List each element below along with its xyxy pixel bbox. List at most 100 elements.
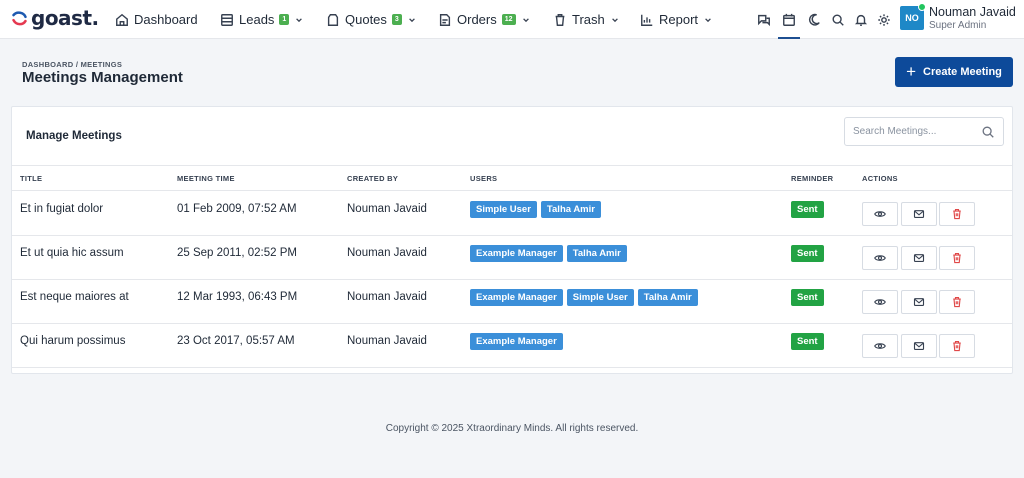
email-button[interactable] [901, 290, 937, 314]
nav-report[interactable]: Report [640, 0, 712, 39]
nav-leads[interactable]: Leads 1 [220, 0, 303, 39]
footer-copyright: Copyright © 2025 Xtraordinary Minds. All… [385, 423, 639, 434]
table-row: Et ut quia hic assum 25 Sep 2011, 02:52 P… [12, 236, 1012, 280]
view-button[interactable] [862, 334, 898, 358]
view-button[interactable] [862, 202, 898, 226]
chevron-down-icon [705, 17, 711, 22]
delete-button[interactable] [939, 290, 975, 314]
user-tags: Example Manager [470, 333, 563, 350]
nav-label: Dashboard [134, 12, 198, 27]
settings-button[interactable] [876, 12, 892, 28]
eye-icon [874, 208, 886, 220]
theme-toggle-button[interactable] [806, 12, 822, 28]
meeting-created-by: Nouman Javaid [347, 247, 427, 259]
card-title: Manage Meetings [26, 130, 122, 142]
chat-icon [758, 14, 770, 27]
user-tag[interactable]: Example Manager [470, 333, 563, 350]
meeting-time: 23 Oct 2017, 05:57 AM [177, 335, 295, 347]
user-name[interactable]: Nouman Javaid [929, 5, 1016, 19]
user-tags: Simple User Talha Amir [470, 201, 601, 218]
column-title[interactable]: TITLE [20, 174, 42, 183]
delete-button[interactable] [939, 246, 975, 270]
reminder-status-badge: Sent [791, 201, 824, 218]
email-button[interactable] [901, 202, 937, 226]
email-button[interactable] [901, 334, 937, 358]
column-created-by[interactable]: CREATED BY [347, 174, 398, 183]
mail-icon [913, 296, 925, 308]
meeting-title: Qui harum possimus [20, 335, 126, 347]
nav-quotes[interactable]: Quotes 3 [326, 0, 416, 39]
search-placeholder: Search Meetings... [853, 126, 937, 137]
brand-name: goast. [31, 6, 99, 30]
user-tag[interactable]: Talha Amir [637, 289, 698, 306]
orders-icon [439, 13, 451, 26]
mail-icon [913, 252, 925, 264]
meeting-title: Est neque maiores at [20, 291, 129, 303]
nav-label: Trash [572, 12, 605, 27]
calendar-button[interactable] [781, 12, 797, 28]
active-tab-indicator [778, 37, 800, 39]
brand-logo[interactable]: goast. [11, 6, 99, 30]
chevron-down-icon [408, 17, 415, 22]
user-tag[interactable]: Example Manager [470, 289, 563, 306]
nav-trash[interactable]: Trash [553, 0, 619, 39]
chevron-down-icon [522, 17, 529, 22]
quotes-count-badge: 3 [391, 14, 402, 25]
trash-icon [555, 13, 565, 26]
reminder-status-badge: Sent [791, 289, 824, 306]
nav-label: Report [659, 12, 699, 27]
view-button[interactable] [862, 246, 898, 270]
mail-icon [913, 208, 925, 220]
list-icon [221, 13, 233, 26]
meetings-card: Manage Meetings Search Meetings... TITLE… [11, 106, 1013, 374]
meeting-time: 01 Feb 2009, 07:52 AM [177, 203, 297, 215]
home-icon [116, 13, 128, 26]
user-tag[interactable]: Talha Amir [566, 245, 627, 262]
create-meeting-label: Create Meeting [923, 66, 1002, 78]
search-button[interactable] [830, 12, 846, 28]
delete-button[interactable] [939, 334, 975, 358]
column-users[interactable]: USERS [470, 174, 497, 183]
create-meeting-button[interactable]: + Create Meeting [895, 57, 1013, 87]
user-tag[interactable]: Example Manager [470, 245, 563, 262]
nav-label: Orders [457, 12, 497, 27]
meeting-created-by: Nouman Javaid [347, 291, 427, 303]
email-button[interactable] [901, 246, 937, 270]
view-button[interactable] [862, 290, 898, 314]
nav-label: Quotes [345, 12, 387, 27]
delete-button[interactable] [939, 202, 975, 226]
column-reminder[interactable]: REMINDER [791, 174, 833, 183]
search-icon [981, 125, 995, 139]
logo-icon [12, 10, 27, 25]
page-title: Meetings Management [22, 69, 183, 86]
column-actions: ACTIONS [862, 174, 898, 183]
user-tag[interactable]: Talha Amir [540, 201, 601, 218]
table-row: Est neque maiores at 12 Mar 1993, 06:43 P… [12, 280, 1012, 324]
user-tag[interactable]: Simple User [470, 201, 537, 218]
search-icon [832, 14, 844, 26]
gear-icon [878, 14, 890, 26]
nav-dashboard[interactable]: Dashboard [115, 0, 198, 39]
meeting-title: Et ut quia hic assum [20, 247, 124, 259]
trash-icon [951, 340, 963, 352]
eye-icon [874, 340, 886, 352]
search-input[interactable]: Search Meetings... [844, 117, 1004, 146]
user-tags: Example Manager Simple User Talha Amir [470, 289, 698, 306]
chat-button[interactable] [756, 12, 772, 28]
top-navbar: goast. Dashboard Leads 1 Quotes 3 Orders… [0, 0, 1024, 39]
meeting-created-by: Nouman Javaid [347, 203, 427, 215]
bell-icon [854, 14, 868, 26]
reminder-status-badge: Sent [791, 333, 824, 350]
orders-count-badge: 12 [501, 14, 516, 25]
column-meeting-time[interactable]: MEETING TIME [177, 174, 235, 183]
user-tag[interactable]: Simple User [566, 289, 634, 306]
notifications-button[interactable] [853, 12, 869, 28]
meeting-created-by: Nouman Javaid [347, 335, 427, 347]
online-status-dot [918, 3, 926, 11]
user-role: Super Admin [929, 20, 987, 31]
nav-orders[interactable]: Orders 12 [438, 0, 530, 39]
leads-count-badge: 1 [279, 14, 290, 25]
meeting-title: Et in fugiat dolor [20, 203, 104, 215]
trash-icon [951, 208, 963, 220]
trash-icon [951, 252, 963, 264]
